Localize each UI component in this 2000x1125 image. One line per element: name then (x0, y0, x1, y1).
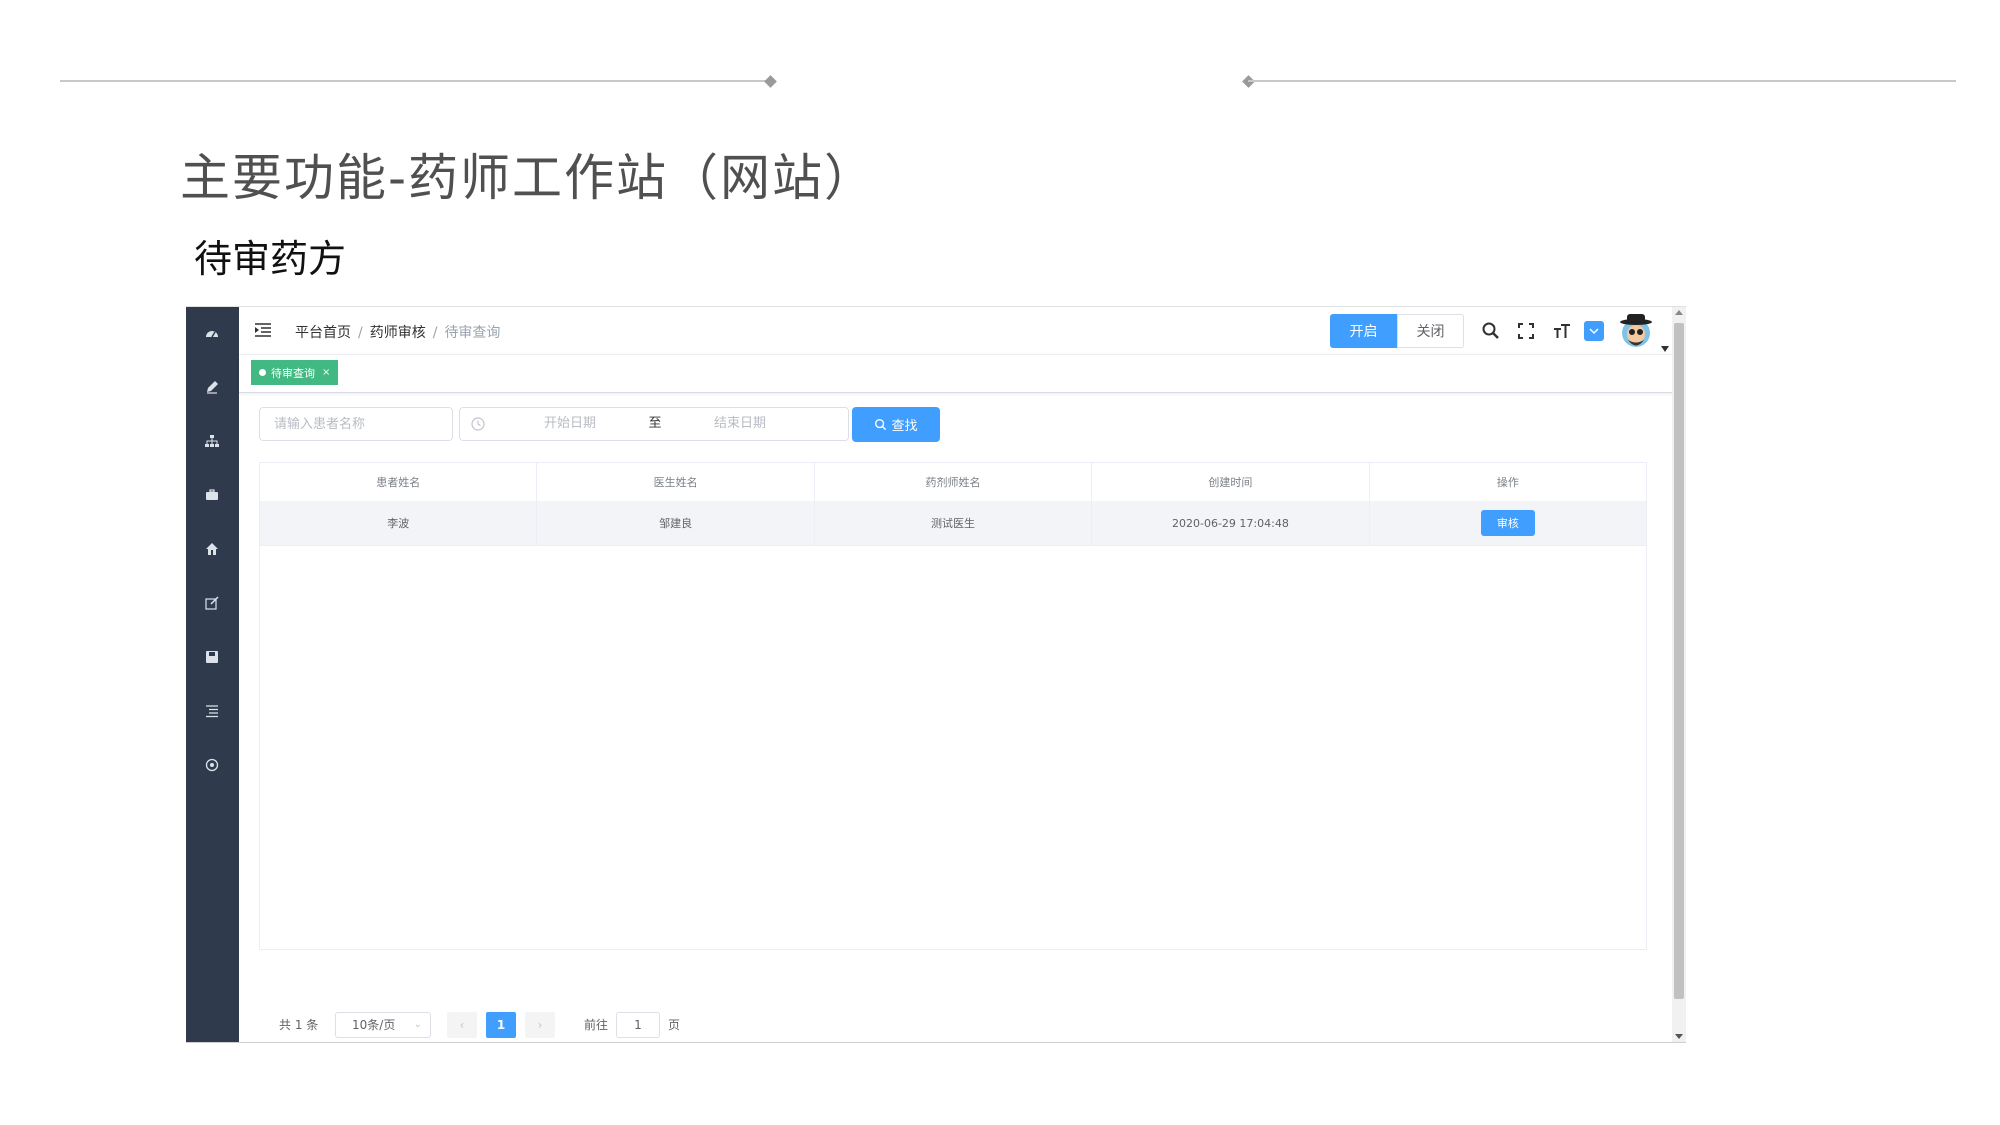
settings-icon[interactable] (200, 753, 224, 777)
prev-page-button[interactable]: ‹ (447, 1012, 477, 1038)
clock-icon (471, 417, 485, 431)
prescription-table: 患者姓名 医生姓名 药剂师姓名 创建时间 操作 李波 邹建良 测试医生 2020… (259, 462, 1647, 950)
page-size-value: 10条/页 (352, 1018, 396, 1032)
app-screenshot: 平台首页 / 药师审核 / 待审查询 开启 关闭 待审查询 × 请输入患者名称 … (186, 306, 1686, 1043)
cell-pharmacist: 测试医生 (815, 501, 1093, 545)
chevron-down-icon[interactable] (1661, 337, 1669, 352)
divider-line-right (1248, 80, 1956, 82)
date-range-separator: 至 (648, 416, 662, 431)
topbar: 平台首页 / 药师审核 / 待审查询 开启 关闭 (239, 307, 1686, 355)
table-header: 患者姓名 医生姓名 药剂师姓名 创建时间 操作 (260, 463, 1646, 502)
menu-collapse-icon[interactable] (253, 321, 273, 339)
list-icon[interactable] (200, 699, 224, 723)
avatar[interactable] (1616, 311, 1656, 351)
date-range-picker[interactable]: 开始日期 至 结束日期 (459, 407, 849, 441)
vertical-scrollbar[interactable] (1672, 307, 1686, 1042)
tag-pending-query[interactable]: 待审查询 × (251, 360, 339, 385)
slide-subtitle: 待审药方 (194, 237, 347, 281)
page-size-select[interactable]: 10条/页 ⌄ (335, 1012, 431, 1038)
sidebar (186, 307, 239, 1042)
cell-action: 审核 (1370, 501, 1646, 545)
breadcrumb-pharmacist-review[interactable]: 药师审核 (370, 325, 426, 341)
page-number-current[interactable]: 1 (486, 1012, 516, 1038)
search-icon[interactable] (1480, 320, 1502, 342)
next-page-button[interactable]: › (525, 1012, 555, 1038)
edit-icon[interactable] (200, 591, 224, 615)
scroll-thumb[interactable] (1674, 323, 1684, 999)
home-icon[interactable] (200, 537, 224, 561)
sitemap-icon[interactable] (200, 429, 224, 453)
search-button-label: 查找 (891, 419, 918, 434)
briefcase-icon[interactable] (200, 483, 224, 507)
search-button[interactable]: 查找 (852, 407, 940, 442)
patient-name-input[interactable] (259, 407, 453, 441)
fullscreen-icon[interactable] (1515, 320, 1537, 342)
page-suffix-label: 页 (668, 1018, 681, 1032)
message-icon[interactable] (1584, 321, 1604, 341)
slide-title: 主要功能-药师工作站（网站） (180, 149, 877, 207)
chevron-down-icon: ⌄ (413, 1019, 422, 1030)
breadcrumb: 平台首页 / 药师审核 / 待审查询 (295, 325, 501, 341)
dashboard-icon[interactable] (200, 321, 224, 345)
tags-bar: 待审查询 × (239, 354, 1686, 393)
column-header-action: 操作 (1496, 476, 1519, 489)
breadcrumb-current: 待审查询 (444, 325, 501, 341)
breadcrumb-home[interactable]: 平台首页 (295, 325, 351, 341)
column-header-patient: 患者姓名 (260, 463, 538, 501)
column-header-doctor: 医生姓名 (537, 463, 815, 501)
cell-doctor: 邹建良 (537, 501, 815, 545)
divider-diamond-left (764, 75, 777, 88)
divider-line-left (60, 80, 770, 82)
end-date-input[interactable]: 结束日期 (670, 408, 810, 440)
font-size-icon[interactable] (1551, 320, 1573, 342)
start-date-input[interactable]: 开始日期 (500, 408, 640, 440)
table-row: 李波 邹建良 测试医生 2020-06-29 17:04:48 审核 (260, 501, 1646, 546)
open-button[interactable]: 开启 (1330, 314, 1397, 348)
tag-dot (259, 369, 266, 376)
pen-icon[interactable] (200, 375, 224, 399)
tag-close-icon[interactable]: × (322, 367, 330, 378)
scroll-up-arrow[interactable] (1675, 310, 1683, 315)
search-icon (875, 418, 887, 431)
cell-created: 2020-06-29 17:04:48 (1092, 501, 1370, 545)
tag-label: 待审查询 (271, 366, 315, 380)
close-button[interactable]: 关闭 (1397, 314, 1464, 348)
scroll-down-arrow[interactable] (1675, 1034, 1683, 1039)
column-header-created: 创建时间 (1092, 463, 1370, 501)
save-icon[interactable] (200, 645, 224, 669)
goto-page-input[interactable] (616, 1012, 660, 1038)
column-header-pharmacist: 药剂师姓名 (815, 463, 1093, 501)
pagination-total: 共 1 条 (279, 1018, 319, 1032)
goto-label: 前往 (584, 1018, 609, 1032)
cell-patient: 李波 (260, 501, 538, 545)
review-button[interactable]: 审核 (1480, 510, 1535, 536)
